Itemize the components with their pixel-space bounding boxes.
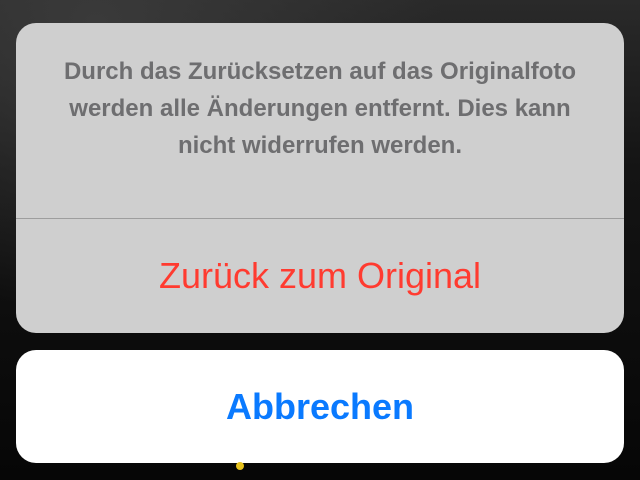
action-sheet-message: Durch das Zurücksetzen auf das Originalf… <box>63 58 577 159</box>
action-sheet: Durch das Zurücksetzen auf das Originalf… <box>16 23 624 333</box>
cancel-button[interactable]: Abbrechen <box>16 350 624 463</box>
indicator-dot <box>236 462 244 470</box>
revert-to-original-button[interactable]: Zurück zum Original <box>16 219 624 333</box>
